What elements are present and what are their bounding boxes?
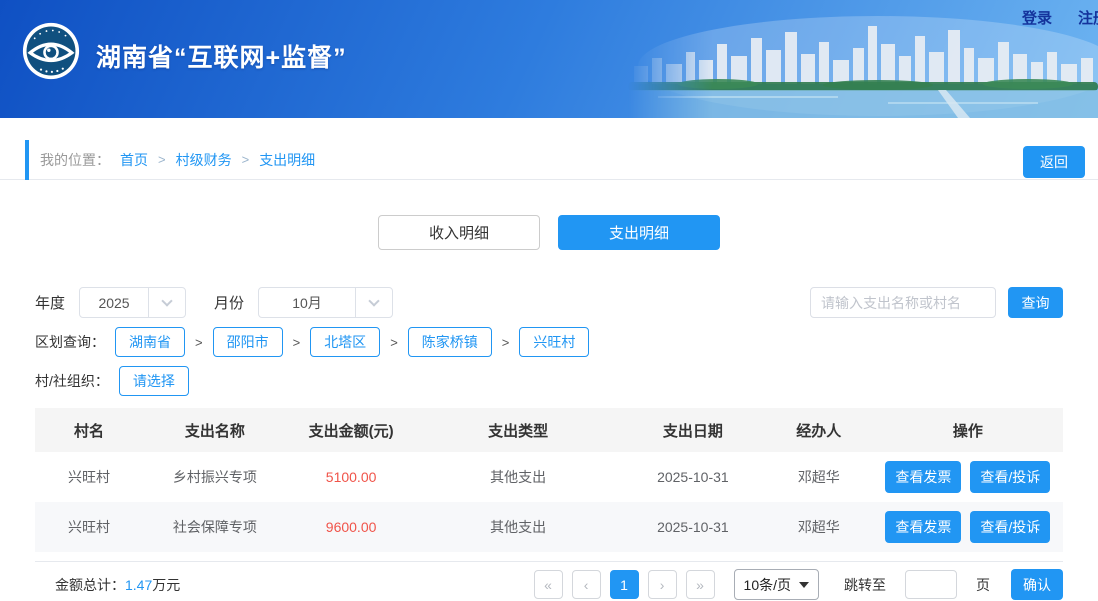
cell-expense-name: 乡村振兴专项: [143, 467, 287, 487]
page-title: 湖南省“互联网+监督”: [96, 38, 347, 74]
jump-to-label: 跳转至: [844, 575, 886, 595]
col-header-amount: 支出金额(元): [287, 420, 416, 441]
region-separator: >: [293, 335, 301, 350]
col-header-name: 支出名称: [143, 420, 287, 441]
region-chip-town[interactable]: 陈家桥镇: [408, 327, 492, 357]
cell-village: 兴旺村: [35, 467, 143, 487]
page-unit-label: 页: [976, 575, 990, 595]
region-chip-province[interactable]: 湖南省: [115, 327, 185, 357]
org-select-button[interactable]: 请选择: [119, 366, 189, 396]
search-input[interactable]: [810, 287, 996, 318]
total-amount: 金额总计：1.47万元: [55, 575, 180, 595]
total-label: 金额总计：: [55, 577, 125, 593]
city-skyline-image: [628, 14, 1098, 118]
cell-amount: 5100.00: [287, 469, 416, 485]
breadcrumb-separator: >: [158, 152, 166, 167]
region-separator: >: [502, 335, 510, 350]
col-header-actions: 操作: [873, 420, 1063, 441]
cell-type: 其他支出: [415, 517, 621, 537]
cell-village: 兴旺村: [35, 517, 143, 537]
region-chip-village[interactable]: 兴旺村: [519, 327, 589, 357]
table-row: 兴旺村 社会保障专项 9600.00 其他支出 2025-10-31 邓超华 查…: [35, 502, 1063, 552]
org-label: 村/社组织：: [35, 371, 109, 391]
view-complaint-button[interactable]: 查看/投诉: [970, 511, 1050, 543]
login-link[interactable]: 登录: [1022, 10, 1052, 27]
region-chip-city[interactable]: 邵阳市: [213, 327, 283, 357]
region-separator: >: [195, 335, 203, 350]
chevron-down-icon: [149, 301, 185, 305]
pagination: « ‹ 1 › » 10条/页 跳转至 页 确认: [534, 569, 1063, 600]
region-separator: >: [390, 335, 398, 350]
table-row: 兴旺村 乡村振兴专项 5100.00 其他支出 2025-10-31 邓超华 查…: [35, 452, 1063, 502]
detail-tabs: 收入明细 支出明细: [0, 215, 1098, 250]
cell-handler: 邓超华: [765, 517, 873, 537]
breadcrumb: 我的位置： 首页 > 村级财务 > 支出明细: [40, 150, 315, 170]
breadcrumb-label: 我的位置：: [40, 150, 110, 170]
col-header-village: 村名: [35, 420, 143, 441]
register-link[interactable]: 注册: [1078, 10, 1098, 27]
view-invoice-button[interactable]: 查看发票: [885, 511, 961, 543]
month-select[interactable]: 10月: [258, 287, 393, 318]
cell-amount: 9600.00: [287, 519, 416, 535]
table-header-row: 村名 支出名称 支出金额(元) 支出类型 支出日期 经办人 操作: [35, 408, 1063, 452]
region-label: 区划查询：: [35, 332, 105, 352]
last-page-button[interactable]: »: [686, 570, 715, 599]
cell-type: 其他支出: [415, 467, 621, 487]
year-label: 年度: [35, 292, 65, 313]
month-label: 月份: [214, 292, 244, 313]
tab-income-detail[interactable]: 收入明细: [378, 215, 540, 250]
view-complaint-button[interactable]: 查看/投诉: [970, 461, 1050, 493]
cell-date: 2025-10-31: [621, 519, 765, 535]
col-header-date: 支出日期: [621, 420, 765, 441]
confirm-button[interactable]: 确认: [1011, 569, 1063, 600]
page-size-value: 10条/页: [744, 575, 791, 595]
breadcrumb-finance-link[interactable]: 村级财务: [176, 150, 232, 170]
year-select-value: 2025: [80, 295, 148, 311]
page-size-select[interactable]: 10条/页: [734, 569, 819, 600]
site-logo-eye-icon: [22, 22, 80, 80]
total-unit: 万元: [152, 577, 180, 593]
site-header: 湖南省“互联网+监督” 登录 注册: [0, 0, 1098, 118]
first-page-button[interactable]: «: [534, 570, 563, 599]
tab-expense-detail[interactable]: 支出明细: [558, 215, 720, 250]
total-value: 1.47: [125, 577, 152, 593]
breadcrumb-expense-link[interactable]: 支出明细: [259, 150, 315, 170]
org-filter-row: 村/社组织： 请选择: [35, 366, 1063, 396]
region-chip-district[interactable]: 北塔区: [310, 327, 380, 357]
cell-date: 2025-10-31: [621, 469, 765, 485]
table-footer: 金额总计：1.47万元 « ‹ 1 › » 10条/页 跳转至 页 确认: [35, 561, 1063, 601]
breadcrumb-accent-bar: [25, 140, 29, 180]
month-select-value: 10月: [259, 293, 355, 313]
page-number-button[interactable]: 1: [610, 570, 639, 599]
breadcrumb-separator: >: [242, 152, 250, 167]
col-header-type: 支出类型: [415, 420, 621, 441]
cell-handler: 邓超华: [765, 467, 873, 487]
caret-down-icon: [799, 582, 809, 588]
next-page-button[interactable]: ›: [648, 570, 677, 599]
col-header-handler: 经办人: [765, 420, 873, 441]
region-filter-row: 区划查询： 湖南省 > 邵阳市 > 北塔区 > 陈家桥镇 > 兴旺村: [35, 327, 1063, 357]
filter-row: 年度 2025 月份 10月 查询: [35, 287, 1063, 318]
year-select[interactable]: 2025: [79, 287, 186, 318]
cell-expense-name: 社会保障专项: [143, 517, 287, 537]
query-button[interactable]: 查询: [1008, 287, 1063, 318]
chevron-down-icon: [356, 301, 392, 305]
breadcrumb-bar: 我的位置： 首页 > 村级财务 > 支出明细 返回: [0, 140, 1098, 180]
view-invoice-button[interactable]: 查看发票: [885, 461, 961, 493]
breadcrumb-home-link[interactable]: 首页: [120, 150, 148, 170]
prev-page-button[interactable]: ‹: [572, 570, 601, 599]
back-button[interactable]: 返回: [1023, 146, 1085, 178]
expense-table: 村名 支出名称 支出金额(元) 支出类型 支出日期 经办人 操作 兴旺村 乡村振…: [35, 408, 1063, 552]
jump-page-input[interactable]: [905, 570, 957, 599]
